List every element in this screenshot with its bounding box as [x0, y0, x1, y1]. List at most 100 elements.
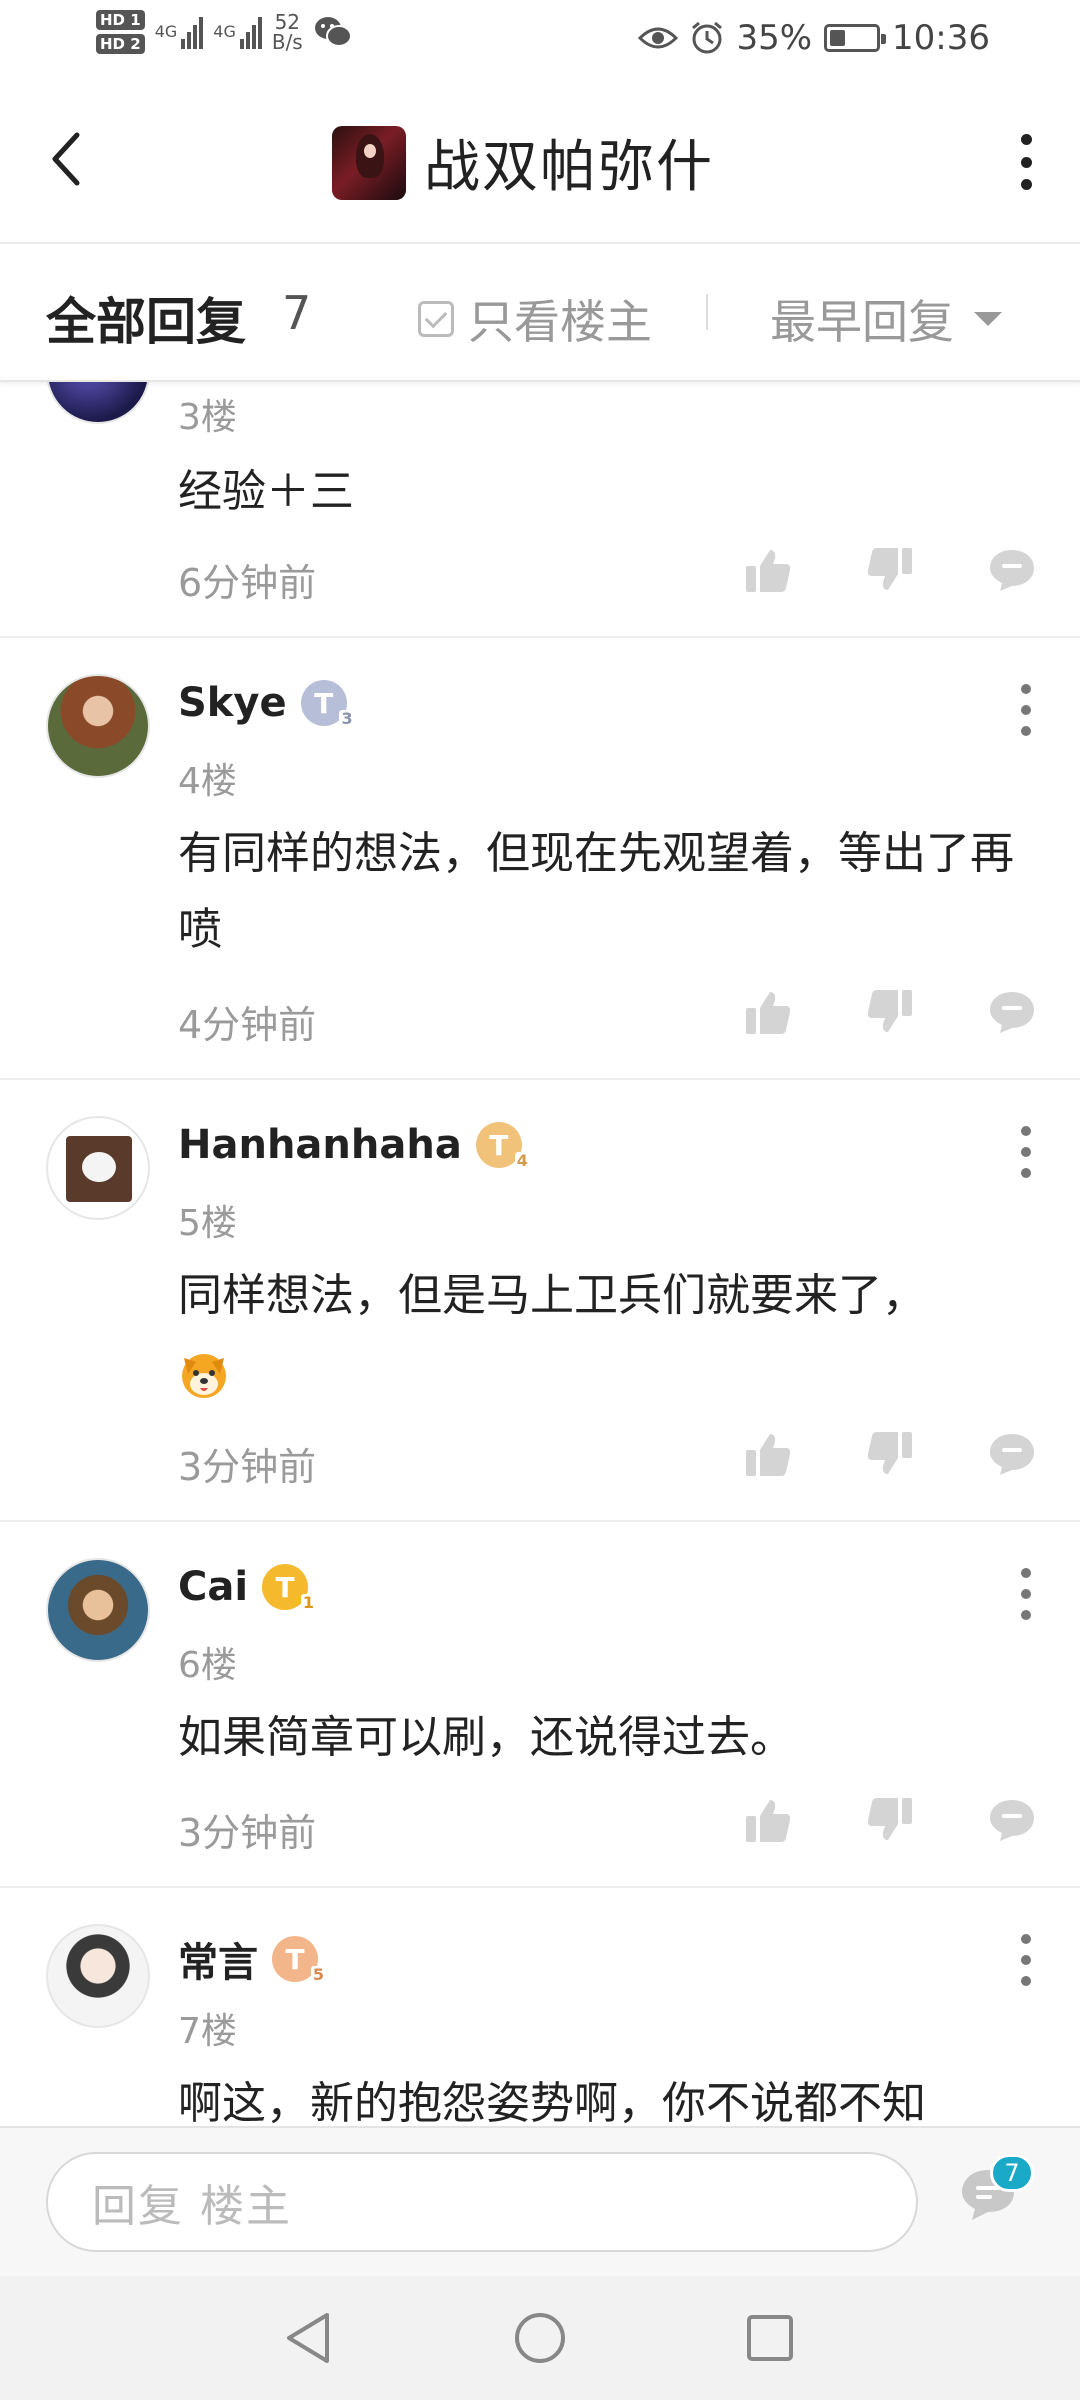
level-badge: T1 — [262, 1564, 317, 1612]
reply-bubble-icon[interactable] — [988, 1432, 1036, 1476]
comment-more-button[interactable] — [1018, 1934, 1034, 1986]
comment-more-button[interactable] — [1018, 1126, 1034, 1178]
badge-level: 4 — [514, 1151, 530, 1170]
comment-text-body: 同样想法，但是马上卫兵们就要来了， — [178, 1270, 926, 1321]
op-only-toggle[interactable]: 只看楼主 — [418, 286, 652, 352]
all-replies-label: 全部回复 — [46, 293, 246, 351]
triangle-back-icon — [287, 2313, 329, 2363]
comment-item: 常言 T5 7楼 啊这，新的抱怨姿势啊，你不说都不知 — [0, 1888, 1080, 2126]
sort-label: 最早回复 — [770, 295, 954, 349]
badge-level: 3 — [339, 709, 355, 728]
eye-icon — [638, 27, 679, 49]
thumbs-down-icon[interactable] — [866, 1796, 914, 1844]
comment-time: 6分钟前 — [178, 561, 317, 605]
avatar[interactable] — [46, 1924, 150, 2028]
more-dot — [1020, 179, 1032, 190]
username[interactable]: Cai — [178, 1564, 248, 1610]
thumbs-up-icon[interactable] — [744, 546, 792, 594]
alarm-icon — [692, 21, 723, 54]
sort-dropdown[interactable]: 最早回复 — [770, 286, 1002, 352]
badge-level: 5 — [310, 1965, 326, 1984]
avatar[interactable] — [46, 382, 150, 424]
network-type-2: 4G — [213, 22, 236, 41]
op-only-label: 只看楼主 — [468, 295, 652, 349]
more-options-button[interactable] — [1006, 130, 1046, 194]
reply-bubble-icon[interactable] — [988, 1798, 1036, 1842]
avatar[interactable] — [46, 674, 150, 778]
screen: HD 1 HD 2 4G 4G 52 B/s 35% 10:36 战双帕弥什 全… — [0, 0, 1080, 2400]
system-nav-bar — [0, 2276, 1080, 2400]
status-left: HD 1 HD 2 4G 4G 52 B/s — [96, 10, 353, 54]
comment-more-button[interactable] — [1018, 1568, 1034, 1620]
reply-bubble-icon[interactable] — [988, 548, 1036, 592]
floor-number: 3楼 — [178, 397, 237, 438]
comment-item: 3楼 经验＋三 6分钟前 — [0, 382, 1080, 638]
badge-letter: T — [314, 686, 334, 720]
reply-count: 7 — [282, 286, 312, 340]
reply-bar: 回复 楼主 7 — [0, 2126, 1080, 2276]
badge-letter: T — [285, 1942, 305, 1976]
avatar[interactable] — [46, 1116, 150, 1220]
dog-emoji-icon — [182, 1354, 226, 1398]
net-speed: 52 B/s — [272, 12, 303, 52]
nav-home-button[interactable] — [510, 2308, 570, 2368]
floor-number: 5楼 — [178, 1203, 237, 1244]
network-type-1: 4G — [154, 22, 178, 41]
square-recents-icon — [747, 2315, 793, 2361]
thumbs-down-icon[interactable] — [866, 546, 914, 594]
avatar[interactable] — [46, 1558, 150, 1662]
clock: 10:36 — [892, 18, 990, 58]
badge-level: 1 — [300, 1593, 317, 1612]
back-button[interactable] — [36, 124, 96, 194]
username-row: Hanhanhaha T4 — [178, 1122, 530, 1170]
forum-title-group[interactable]: 战双帕弥什 — [332, 122, 714, 203]
level-badge: T5 — [272, 1936, 326, 1984]
comment-item: Hanhanhaha T4 5楼 同样想法，但是马上卫兵们就要来了， 3分钟前 — [0, 1080, 1080, 1522]
username[interactable]: 常言 — [178, 1930, 258, 1988]
status-right: 35% 10:36 — [638, 18, 990, 58]
floor-number: 7楼 — [178, 2011, 237, 2052]
forum-logo — [332, 125, 406, 200]
battery-percent: 35% — [736, 18, 813, 58]
divider — [706, 294, 708, 330]
forum-title: 战双帕弥什 — [424, 135, 714, 200]
checkbox-icon — [418, 301, 454, 337]
thumbs-up-icon[interactable] — [744, 988, 792, 1036]
comment-text: 如果简章可以刷，还说得过去。 — [178, 1712, 794, 1763]
comment-time: 4分钟前 — [178, 1003, 317, 1047]
top-app-bar: 战双帕弥什 — [0, 80, 1080, 244]
comment-actions — [744, 1796, 1036, 1844]
status-bar: HD 1 HD 2 4G 4G 52 B/s 35% 10:36 — [0, 0, 1080, 80]
comment-more-button[interactable] — [1018, 684, 1034, 736]
comment-text: 啊这，新的抱怨姿势啊，你不说都不知 — [178, 2078, 926, 2126]
net-speed-unit: B/s — [271, 30, 303, 54]
hd1-label: HD — [100, 11, 126, 29]
thumbs-up-icon[interactable] — [744, 1796, 792, 1844]
reply-bubble-icon[interactable] — [988, 990, 1036, 1034]
comment-item: Skye T3 4楼 有同样的想法，但现在先观望着，等出了再喷 4分钟前 — [0, 638, 1080, 1080]
comment-time: 3分钟前 — [178, 1445, 317, 1489]
hd-icon: HD 1 HD 2 — [96, 10, 145, 54]
caret-down-icon — [974, 312, 1002, 326]
badge-letter: T — [275, 1570, 295, 1604]
username[interactable]: Skye — [178, 680, 287, 726]
wechat-icon — [314, 17, 352, 47]
thumbs-down-icon[interactable] — [866, 1430, 914, 1478]
reply-input[interactable]: 回复 楼主 — [46, 2152, 918, 2252]
comment-actions — [744, 988, 1036, 1036]
comment-text: 经验＋三 — [178, 466, 354, 517]
thumbs-up-icon[interactable] — [744, 1430, 792, 1478]
nav-back-button[interactable] — [278, 2308, 338, 2368]
more-dot — [1020, 156, 1032, 168]
username[interactable]: Hanhanhaha — [178, 1122, 462, 1168]
floor-number: 4楼 — [178, 761, 237, 802]
hd2-label: HD — [100, 35, 126, 53]
net-speed-value: 52 — [274, 10, 301, 34]
battery-fill — [830, 30, 846, 46]
level-badge: T4 — [475, 1122, 530, 1170]
comments-button[interactable]: 7 — [958, 2154, 1034, 2236]
hd2-sub: 2 — [130, 35, 141, 53]
comment-list: 3楼 经验＋三 6分钟前 Skye T3 4楼 有同样的想法，但现在先观望着，等… — [0, 382, 1080, 2126]
thumbs-down-icon[interactable] — [866, 988, 914, 1036]
nav-recents-button[interactable] — [740, 2308, 800, 2368]
